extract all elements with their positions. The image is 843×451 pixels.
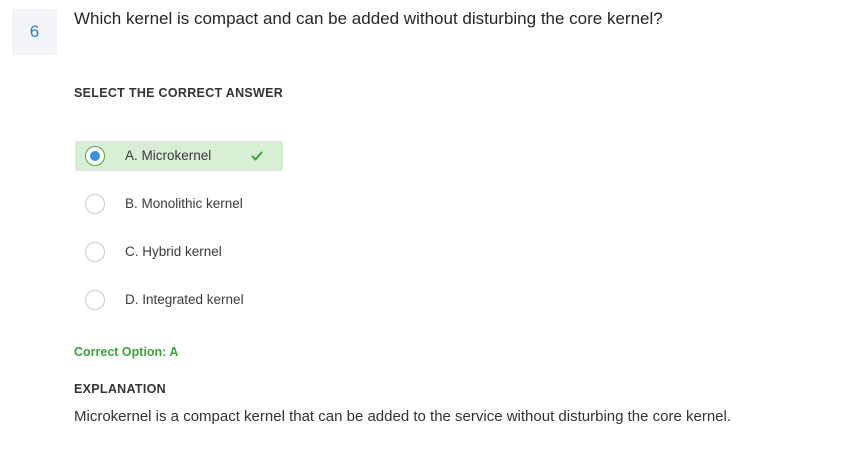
- question-text: Which kernel is compact and can be added…: [74, 9, 663, 28]
- select-answer-label: SELECT THE CORRECT ANSWER: [74, 86, 284, 100]
- radio-selected-icon[interactable]: [85, 146, 105, 166]
- option-d-label: D. Integrated kernel: [125, 292, 244, 307]
- checkmark-icon: [251, 151, 263, 161]
- option-c-label: C. Hybrid kernel: [125, 244, 222, 259]
- radio-unselected-icon[interactable]: [85, 290, 105, 310]
- explanation-heading: EXPLANATION: [74, 382, 166, 396]
- correct-option-text: Correct Option: A: [74, 345, 179, 359]
- option-b-label: B. Monolithic kernel: [125, 196, 243, 211]
- option-b[interactable]: B. Monolithic kernel: [75, 189, 275, 219]
- option-c[interactable]: C. Hybrid kernel: [75, 237, 275, 267]
- radio-dot: [90, 151, 100, 161]
- option-a[interactable]: A. Microkernel: [75, 141, 283, 171]
- radio-unselected-icon[interactable]: [85, 242, 105, 262]
- radio-unselected-icon[interactable]: [85, 194, 105, 214]
- option-d[interactable]: D. Integrated kernel: [75, 285, 275, 315]
- explanation-text: Microkernel is a compact kernel that can…: [74, 408, 732, 425]
- option-a-label: A. Microkernel: [125, 148, 212, 163]
- question-number: 6: [12, 9, 57, 55]
